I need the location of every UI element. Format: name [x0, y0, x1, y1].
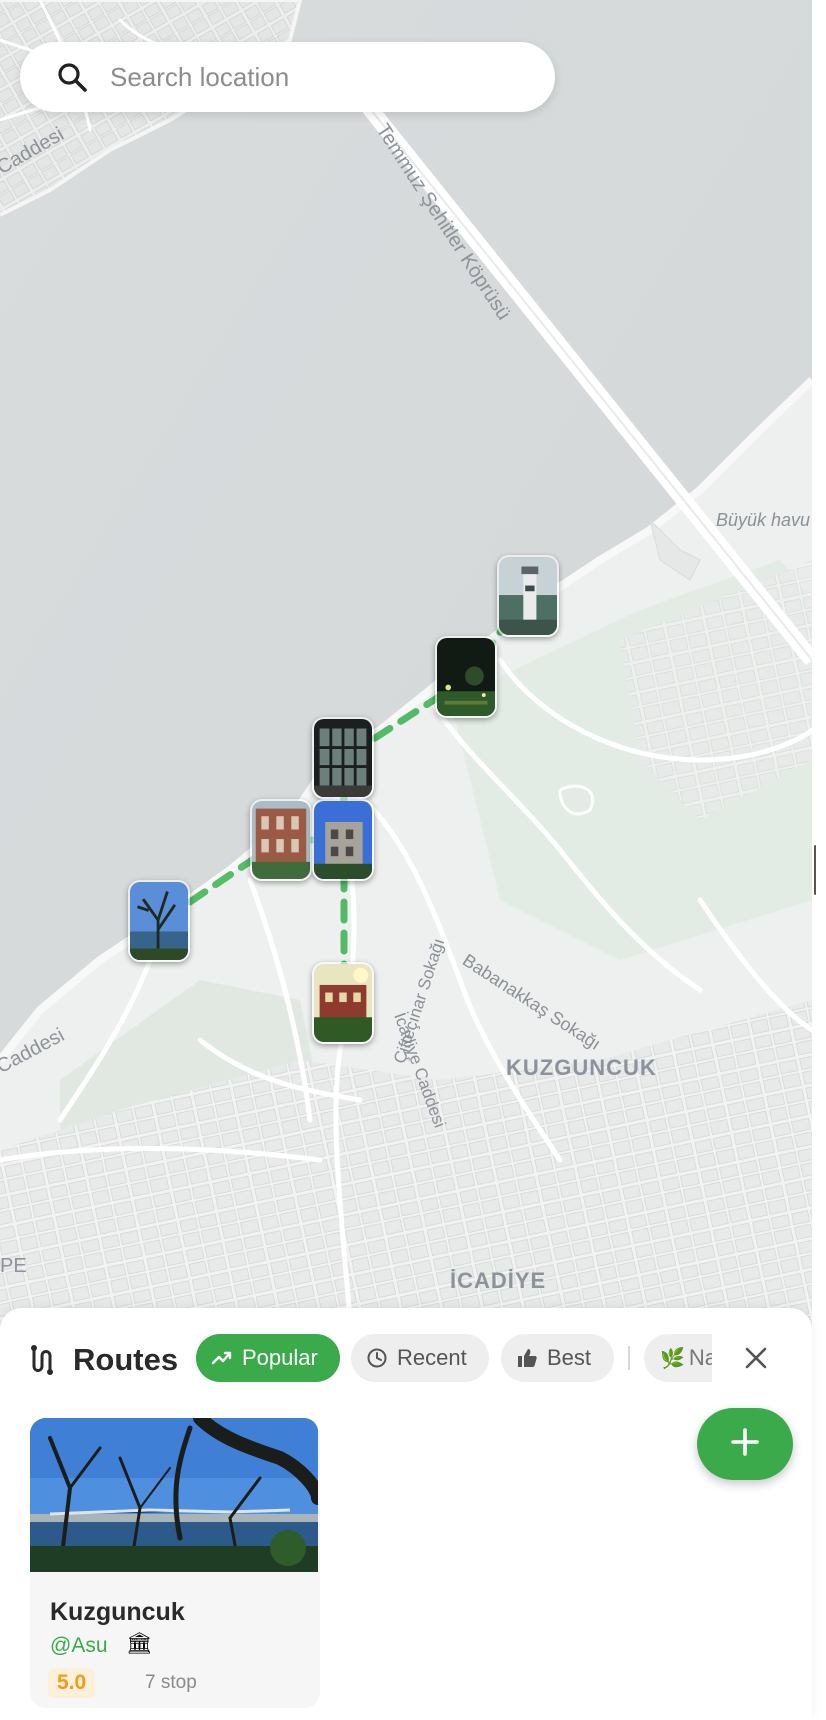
leaf-icon: 🌿	[660, 1347, 685, 1370]
thumbs-up-icon	[515, 1346, 539, 1370]
route-stop-marker[interactable]	[250, 799, 312, 881]
filter-chip-recent[interactable]: Recent	[351, 1334, 489, 1382]
filter-chip-nature[interactable]: 🌿 Na	[644, 1334, 712, 1382]
route-card-image	[30, 1418, 318, 1572]
filter-chip-label: Recent	[397, 1345, 467, 1370]
routes-header: Routes Popular Recent Best 🌿 Na	[0, 1334, 812, 1386]
scrollbar[interactable]	[812, 0, 826, 1720]
filter-chip-label: Popular	[242, 1345, 318, 1370]
route-icon	[28, 1344, 58, 1376]
route-stop-marker[interactable]	[435, 636, 497, 718]
window-interior-photo	[314, 719, 372, 797]
trending-up-icon	[210, 1346, 234, 1370]
museum-icon: 🏛	[126, 1632, 153, 1655]
lighthouse-photo	[499, 557, 557, 635]
filter-chip-popular[interactable]: Popular	[196, 1334, 340, 1382]
tree-bosphorus-photo	[130, 882, 188, 960]
red-house-photo	[314, 964, 372, 1042]
routes-sheet: Routes Popular Recent Best 🌿 Na Kuzguncu…	[0, 1308, 812, 1720]
route-card-author[interactable]: @Asu	[50, 1634, 108, 1658]
clock-icon	[365, 1346, 389, 1370]
filter-divider	[628, 1346, 630, 1370]
route-stop-marker[interactable]	[497, 555, 559, 637]
route-stop-marker[interactable]	[312, 799, 374, 881]
route-stop-marker[interactable]	[312, 717, 374, 799]
route-stop-marker[interactable]	[128, 880, 190, 962]
map-view[interactable]: Temmuz Şehitler Köprüsü Caddesi Caddesi …	[0, 0, 812, 1320]
brick-building-photo	[252, 801, 310, 879]
search-bar[interactable]	[20, 42, 555, 112]
filter-chip-best[interactable]: Best	[501, 1334, 614, 1382]
route-card-title: Kuzguncuk	[50, 1598, 185, 1626]
blue-house-photo	[314, 801, 372, 879]
add-route-button[interactable]	[697, 1408, 793, 1480]
route-stop-marker[interactable]	[312, 962, 374, 1044]
search-input[interactable]	[110, 61, 530, 93]
night-garden-photo	[437, 638, 495, 716]
route-line	[156, 588, 532, 1004]
plus-icon	[730, 1427, 760, 1462]
close-icon[interactable]	[740, 1342, 772, 1374]
search-icon	[54, 59, 90, 95]
stop-count: 7 stop	[145, 1672, 197, 1693]
scrollbar-thumb[interactable]	[814, 845, 816, 895]
filter-chip-label: Best	[547, 1345, 592, 1370]
filter-chip-label: Na	[688, 1345, 712, 1370]
rating-badge: 5.0	[48, 1668, 96, 1698]
route-card[interactable]: Kuzguncuk @Asu 🏛 5.0 7 stop	[30, 1418, 320, 1708]
routes-title: Routes	[73, 1342, 179, 1377]
